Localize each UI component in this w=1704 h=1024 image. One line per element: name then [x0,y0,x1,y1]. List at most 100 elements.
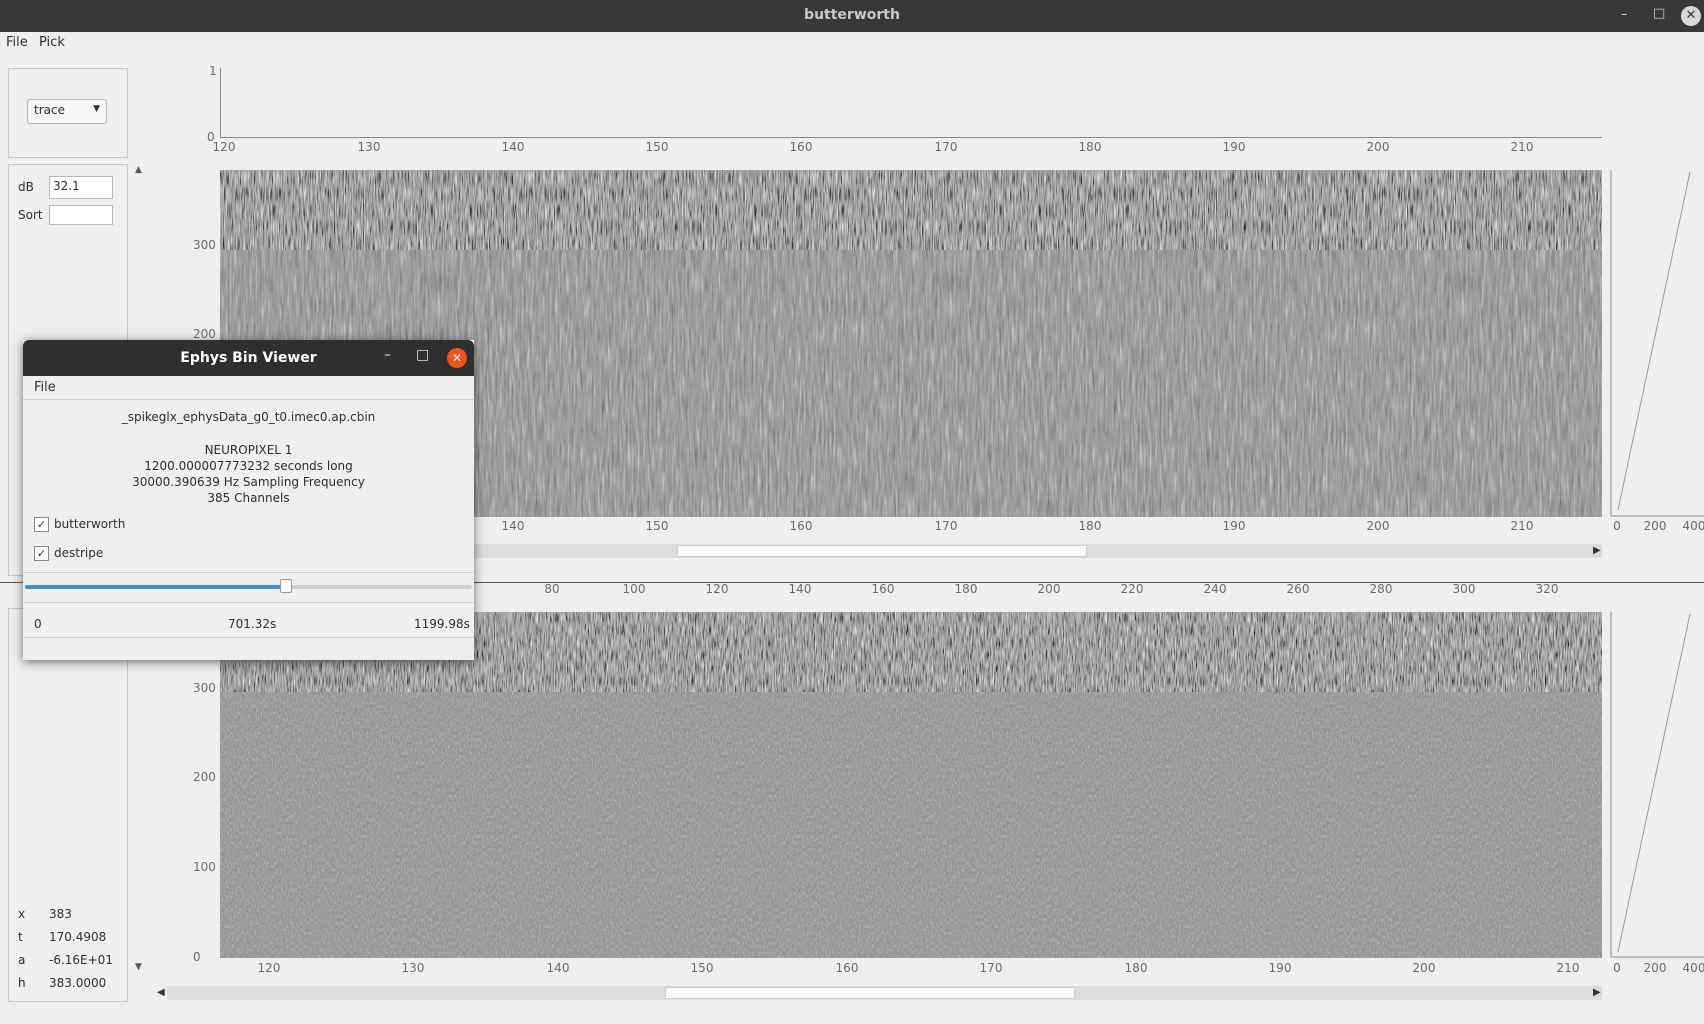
axis-tick-label: 210 [1510,519,1534,533]
menu-file[interactable]: File [6,35,28,50]
axis-tick-label: 140 [546,961,570,975]
axis-tick-label: 160 [871,582,895,596]
view-panel: trace ▼ [8,68,128,158]
dialog-title: Ephys Bin Viewer [180,350,317,366]
recording-duration: 1200.000007773232 seconds long [144,459,353,473]
cursor-x-value: 383 [49,907,72,921]
scroll-thumb[interactable] [677,545,1087,557]
axis-tick-label: 150 [690,961,714,975]
sampling-frequency: 30000.390639 Hz Sampling Frequency [132,475,365,489]
chevron-down-icon: ▼ [93,104,100,114]
axis-tick-label: 300 [1452,582,1476,596]
view-select[interactable]: trace ▼ [27,99,107,124]
axis-tick-label: 220 [1120,582,1144,596]
axis-tick-label: 240 [1203,582,1227,596]
axis-tick-label: 170 [979,961,1003,975]
axis-tick-label: 180 [954,582,978,596]
maximize-icon[interactable]: □ [416,347,429,363]
axis-tick-label: 170 [934,140,958,154]
dialog-titlebar: Ephys Bin Viewer – □ ✕ [23,340,474,376]
axis-tick-label: 320 [1535,582,1559,596]
ephys-bin-viewer-dialog: Ephys Bin Viewer – □ ✕ File _spikeglx_ep… [23,340,474,660]
axis-tick-label: 210 [1510,140,1534,154]
time-start: 0 [34,617,42,631]
scroll-down-icon[interactable]: ▼ [135,962,142,972]
axis-tick-label: 140 [501,140,525,154]
destripe-label: destripe [54,546,104,560]
time-slider[interactable] [25,579,472,593]
cursor-a-label: a [18,953,26,967]
axis-tick-label: 190 [1222,519,1246,533]
axis-tick-label: 300 [193,681,216,695]
axis-tick-label: 280 [1369,582,1393,596]
axis-tick-label: 200 [193,770,216,784]
axis-tick-label: 140 [788,582,812,596]
minimize-icon[interactable]: – [1621,7,1628,22]
axis-tick-label: 120 [705,582,729,596]
dialog-menu-file[interactable]: File [34,380,56,395]
axis-tick-label: 140 [501,519,525,533]
butterworth-label: butterworth [54,517,126,531]
menu-pick[interactable]: Pick [39,35,65,50]
cursor-h-label: h [18,976,26,990]
scroll-up-icon[interactable]: ▲ [135,165,142,175]
window-title: butterworth [804,7,900,23]
destripe-checkbox[interactable]: ✓ [34,546,49,561]
axis-tick-label: 400 [1682,519,1704,533]
axis-tick-label: 190 [1268,961,1292,975]
axis-tick-label: 200 [1037,582,1061,596]
scroll-thumb[interactable] [665,987,1075,999]
axis-tick-label: 170 [934,519,958,533]
axis-tick-label: 200 [1412,961,1436,975]
axis-tick-label: 160 [789,519,813,533]
sort-input[interactable] [49,205,113,225]
scroll-right-icon[interactable]: ▶ [1593,987,1601,998]
axis-tick-label: 200 [1643,961,1667,975]
horizontal-scrollbar-bottom[interactable] [167,986,1602,1000]
axis-tick-label: 200 [1366,519,1390,533]
slider-handle[interactable] [280,579,293,593]
minimize-icon[interactable]: – [384,347,391,363]
top-y-tick: 1 [209,64,217,78]
right-mini-plot-top [1610,170,1704,517]
axis-tick-label: 100 [193,860,216,874]
axis-tick-label: 200 [1366,140,1390,154]
axis-tick-label: 200 [1643,519,1667,533]
axis-tick-label: 180 [1078,519,1102,533]
close-icon[interactable]: ✕ [447,348,467,368]
slider-fill [25,585,287,589]
cursor-h-value: 383.0000 [49,976,107,990]
maximize-icon[interactable]: □ [1653,6,1665,21]
scroll-right-icon[interactable]: ▶ [1593,545,1601,556]
axis-tick-label: 160 [835,961,859,975]
butterworth-checkbox[interactable]: ✓ [34,517,49,532]
axis-tick-label: 0 [1613,519,1621,533]
db-input[interactable]: 32.1 [49,176,113,199]
axis-tick-label: 160 [789,140,813,154]
channel-count: 385 Channels [207,491,290,505]
axis-tick-label: 0 [1613,961,1621,975]
axis-tick-label: 300 [193,238,216,252]
axis-tick-label: 400 [1682,961,1704,975]
cursor-x-label: x [18,907,26,921]
probe-type: NEUROPIXEL 1 [204,443,293,457]
top-axis-plot [220,68,1602,138]
axis-tick-label: 180 [1078,140,1102,154]
scroll-left-icon[interactable]: ◀ [157,987,165,998]
axis-tick-label: 130 [401,961,425,975]
file-name: _spikeglx_ephysData_g0_t0.imec0.ap.cbin [121,410,376,424]
axis-tick-label: 130 [357,140,381,154]
ephys-image-bottom[interactable] [220,612,1602,958]
db-label: dB [18,180,34,194]
window-titlebar: butterworth – □ ✕ [0,0,1704,32]
time-end: 1199.98s [414,617,470,631]
axis-tick-label: 180 [1124,961,1148,975]
axis-tick-label: 190 [1222,140,1246,154]
settings-panel-bottom: x 383 t 170.4908 a -6.16E+01 h 383.0000 [8,608,128,1002]
close-icon[interactable]: ✕ [1681,6,1701,26]
axis-tick-label: 200 [193,327,216,341]
time-current: 701.32s [228,617,277,631]
axis-tick-label: 0 [193,950,201,964]
menu-bar: File Pick [0,32,1704,54]
cursor-a-value: -6.16E+01 [49,953,113,967]
